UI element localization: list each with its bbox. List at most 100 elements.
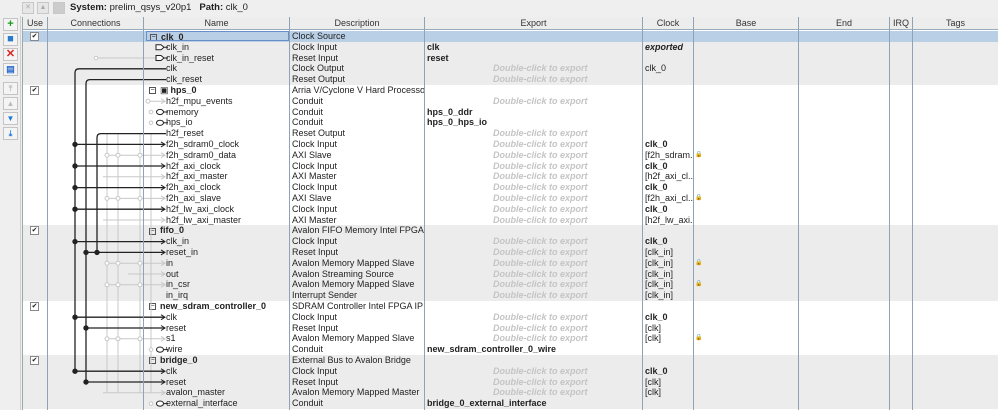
use-checkbox[interactable]: ✔	[30, 226, 39, 236]
move-bottom-icon[interactable]: ⤓	[3, 127, 18, 140]
column-header-description[interactable]: Description	[290, 17, 425, 30]
clock-value[interactable]: [h2f_axi_cl...	[645, 171, 693, 182]
clock-value[interactable]: [clk]	[645, 387, 693, 398]
interface-row[interactable]: clk Clock Output Double-click to export clk…	[23, 63, 998, 75]
clock-value[interactable]: clk_0	[645, 182, 693, 193]
export-value[interactable]: clk	[427, 42, 642, 53]
export-placeholder[interactable]: Double-click to export	[427, 323, 642, 334]
clock-value[interactable]: [clk]	[645, 333, 693, 344]
clock-value[interactable]: clk_0	[645, 161, 693, 172]
column-header-connections[interactable]: Connections	[48, 17, 144, 30]
column-header-irq[interactable]: IRQ	[890, 17, 913, 30]
clock-value[interactable]: exported	[645, 42, 693, 53]
interface-row[interactable]: f2h_axi_slave AXI Slave Double-click to ex…	[23, 193, 998, 204]
export-placeholder[interactable]: Double-click to export	[427, 139, 642, 150]
component-row-clk_0[interactable]: ✔ − clk_0 Clock Source	[23, 31, 998, 42]
export-placeholder[interactable]: Double-click to export	[427, 258, 642, 269]
interface-row[interactable]: h2f_mpu_events Conduit Double-click to exp…	[23, 96, 998, 107]
connect-icon[interactable]: ■	[3, 33, 18, 46]
interface-row[interactable]: h2f_lw_axi_master AXI Master Double-click …	[23, 215, 998, 226]
export-placeholder[interactable]: Double-click to export	[427, 279, 642, 290]
interface-row[interactable]: out Avalon Streaming Source Double-click t…	[23, 268, 998, 280]
component-row-new_sdram_controller_0[interactable]: ✔ − new_sdram_controller_0 SDRAM Controller…	[23, 301, 998, 312]
interface-row[interactable]: f2h_axi_clock Clock Input Double-click to …	[23, 182, 998, 193]
clock-value[interactable]: [clk_in]	[645, 290, 693, 301]
interface-row[interactable]: clk Clock Input Double-click to export clk_…	[23, 365, 998, 377]
use-checkbox[interactable]: ✔	[30, 302, 39, 311]
clock-value[interactable]: [clk_in]	[645, 247, 693, 258]
clock-value[interactable]: [clk]	[645, 377, 693, 388]
export-placeholder[interactable]: Double-click to export	[427, 377, 642, 388]
add-icon[interactable]: +	[3, 18, 18, 31]
export-value[interactable]: new_sdram_controller_0_wire	[427, 344, 642, 355]
component-row-hps_0[interactable]: ✔ − ▣ hps_0 Arria V/Cyclone V Hard Processor…	[23, 85, 998, 96]
clock-value[interactable]: clk_0	[645, 63, 693, 74]
clock-value[interactable]: [clk_in]	[645, 269, 693, 280]
column-header-tags[interactable]: Tags	[913, 17, 998, 30]
clock-value[interactable]: [clk_in]	[645, 279, 693, 290]
export-placeholder[interactable]: Double-click to export	[427, 269, 642, 280]
clock-value[interactable]: clk_0	[645, 204, 693, 215]
export-placeholder[interactable]: Double-click to export	[427, 236, 642, 247]
column-header-use[interactable]: Use	[23, 17, 48, 30]
up-level-button[interactable]: ▲	[37, 2, 49, 14]
interface-row[interactable]: f2h_sdram0_data AXI Slave Double-click to …	[23, 150, 998, 161]
interface-row[interactable]: clk_reset Reset Output Double-click to exp…	[23, 74, 998, 85]
interface-row[interactable]: in Avalon Memory Mapped Slave Double-click…	[23, 257, 998, 269]
lock-icon[interactable]: 🔒	[695, 258, 702, 269]
interface-row[interactable]: clk Clock Input Double-click to export clk_…	[23, 312, 998, 323]
clock-value[interactable]: [f2h_sdram...	[645, 150, 693, 161]
export-placeholder[interactable]: Double-click to export	[427, 387, 642, 398]
column-header-export[interactable]: Export	[425, 17, 643, 30]
move-up-icon[interactable]: ▲	[3, 97, 18, 110]
export-placeholder[interactable]: Double-click to export	[427, 193, 642, 204]
component-row-fifo_0[interactable]: ✔ − fifo_0 Avalon FIFO Memory Intel FPGA IP	[23, 225, 998, 237]
interface-row[interactable]: reset Reset Input Double-click to export [c…	[23, 376, 998, 388]
interface-row[interactable]: reset Reset Input Double-click to export [c…	[23, 323, 998, 334]
clock-value[interactable]: clk_0	[645, 139, 693, 150]
interface-row[interactable]: h2f_reset Reset Output Double-click to exp…	[23, 128, 998, 139]
export-placeholder[interactable]: Double-click to export	[427, 366, 642, 377]
use-checkbox[interactable]: ✔	[30, 86, 39, 95]
interface-row[interactable]: f2h_sdram0_clock Clock Input Double-click …	[23, 139, 998, 150]
export-placeholder[interactable]: Double-click to export	[427, 312, 642, 323]
clock-value[interactable]: [clk]	[645, 323, 693, 334]
collapse-button[interactable]: ✕	[22, 2, 34, 14]
export-value[interactable]: reset	[427, 53, 642, 64]
column-header-end[interactable]: End	[799, 17, 890, 30]
export-placeholder[interactable]: Double-click to export	[427, 128, 642, 139]
export-placeholder[interactable]: Double-click to export	[427, 96, 642, 107]
interface-row[interactable]: avalon_master Avalon Memory Mapped Master…	[23, 387, 998, 399]
export-placeholder[interactable]: Double-click to export	[427, 247, 642, 258]
interface-row[interactable]: s1 Avalon Memory Mapped Slave Double-click…	[23, 333, 998, 344]
interface-row[interactable]: hps_io Conduit hps_0_hps_io	[23, 117, 998, 128]
interface-row[interactable]: reset_in Reset Input Double-click to expor…	[23, 247, 998, 258]
lock-icon[interactable]: 🔒	[695, 279, 702, 290]
export-placeholder[interactable]: Double-click to export	[427, 74, 642, 85]
export-value[interactable]: hps_0_ddr	[427, 107, 642, 118]
lock-icon[interactable]: 🔒	[695, 333, 702, 344]
interface-row[interactable]: wire Conduit new_sdram_controller_0_wire	[23, 344, 998, 355]
lock-icon[interactable]: 🔒	[695, 193, 702, 204]
clock-value[interactable]: [f2h_axi_cl...	[645, 193, 693, 204]
interface-row[interactable]: memory Conduit hps_0_ddr	[23, 107, 998, 118]
column-header-clock[interactable]: Clock	[643, 17, 694, 30]
export-placeholder[interactable]: Double-click to export	[427, 171, 642, 182]
clock-value[interactable]: [clk_in]	[645, 258, 693, 269]
interface-row[interactable]: h2f_axi_master AXI Master Double-click to …	[23, 171, 998, 182]
interface-row[interactable]: external_interface Conduit bridge_0_extern…	[23, 398, 998, 409]
interface-row[interactable]: clk_in_reset Reset Input reset	[23, 52, 998, 64]
export-value[interactable]: hps_0_hps_io	[427, 117, 642, 128]
lock-icon[interactable]: 🔒	[695, 150, 702, 161]
remove-icon[interactable]: ✕	[3, 48, 18, 61]
interface-row[interactable]: h2f_axi_clock Clock Input Double-click to …	[23, 161, 998, 172]
export-placeholder[interactable]: Double-click to export	[427, 333, 642, 344]
clock-value[interactable]: clk_0	[645, 236, 693, 247]
move-down-icon[interactable]: ▼	[3, 112, 18, 125]
edit-icon[interactable]: ▤	[3, 63, 18, 76]
component-row-bridge_0[interactable]: ✔ − bridge_0 External Bus to Avalon Bridge	[23, 355, 998, 366]
connections-graph[interactable]	[48, 31, 168, 410]
export-placeholder[interactable]: Double-click to export	[427, 204, 642, 215]
export-value[interactable]: bridge_0_external_interface	[427, 398, 642, 409]
column-header-name[interactable]: Name	[144, 17, 290, 30]
